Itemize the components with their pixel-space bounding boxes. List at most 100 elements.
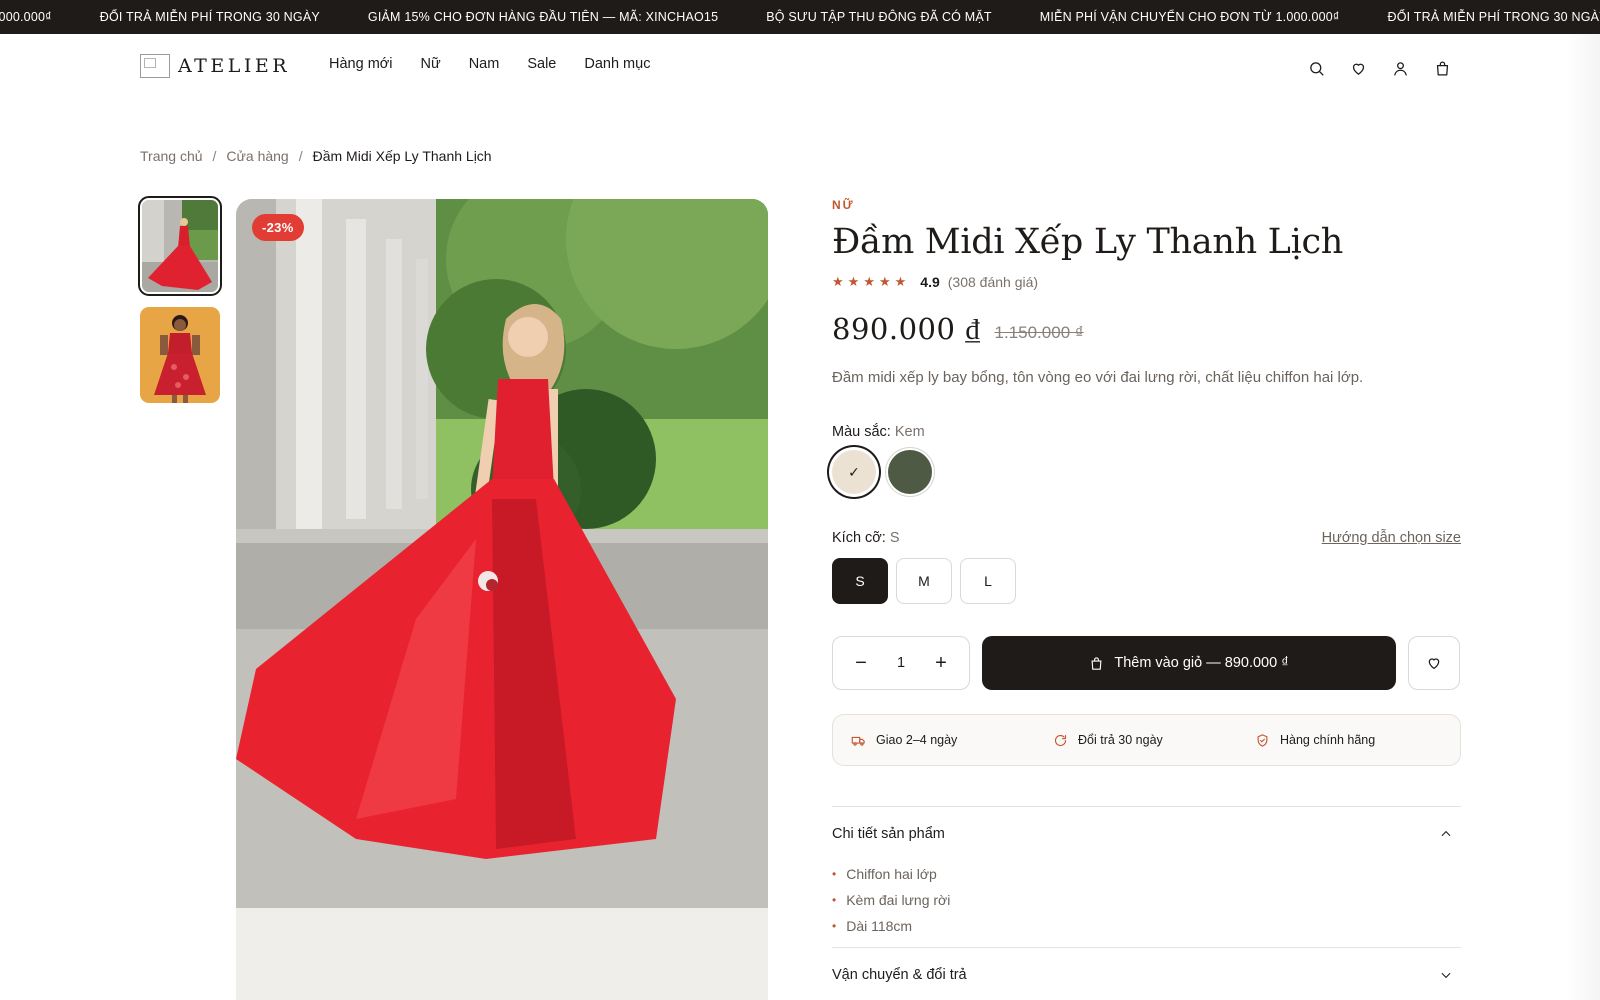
accordion-shipping-header[interactable]: Vận chuyển & đổi trả	[832, 948, 1461, 1000]
size-option-l[interactable]: L	[960, 558, 1016, 604]
discount-badge: -23%	[252, 214, 304, 241]
size-label: Kích cỡ:	[832, 530, 886, 546]
bag-icon[interactable]	[1430, 56, 1454, 80]
rating-stars: ★ ★ ★ ★ ★	[832, 274, 910, 290]
heart-icon[interactable]	[1346, 56, 1370, 80]
product-photo-red-gown	[236, 199, 768, 908]
bullet-icon: •	[832, 893, 837, 907]
announcement-bar: MIỄN PHÍ VẬN CHUYỂN CHO ĐƠN TỪ 1.000.000…	[0, 0, 1600, 34]
logo-image-placeholder	[140, 54, 170, 78]
color-swatch-olive[interactable]	[888, 450, 932, 494]
color-swatches: ✓	[832, 450, 1461, 494]
add-to-cart-label: Thêm vào giỏ — 890.000 ₫	[1114, 655, 1289, 671]
quantity-stepper: − 1 +	[832, 636, 970, 690]
perk-authentic-label: Hàng chính hãng	[1280, 733, 1376, 747]
nav-item-women[interactable]: Nữ	[421, 56, 441, 72]
list-item: • Dài 118cm	[832, 913, 1461, 939]
star-icon: ★	[847, 274, 860, 289]
gallery-thumbnail-1[interactable]	[138, 196, 222, 296]
quantity-decrease-button[interactable]: −	[851, 652, 871, 675]
announcement-item: MIỄN PHÍ VẬN CHUYỂN CHO ĐƠN TỪ 1.000.000…	[0, 10, 52, 24]
announcement-item: ĐỔI TRẢ MIỄN PHÍ TRONG 30 NGÀY	[99, 10, 320, 24]
size-option-m[interactable]: M	[896, 558, 952, 604]
perk-authentic: Hàng chính hãng	[1255, 733, 1375, 748]
perk-returns: Đổi trả 30 ngày	[1053, 733, 1255, 748]
bullet-icon: •	[832, 867, 837, 881]
detail-text: Kèm đai lưng rời	[846, 892, 951, 908]
perks-bar: Giao 2–4 ngày Đổi trả 30 ngày Hàng chính…	[832, 714, 1461, 766]
search-icon[interactable]	[1304, 56, 1328, 80]
color-label-row: Màu sắc: Kem	[832, 424, 1461, 440]
perk-returns-label: Đổi trả 30 ngày	[1078, 733, 1163, 747]
chevron-up-icon	[1441, 830, 1451, 837]
bullet-icon: •	[832, 919, 837, 933]
details-list: • Chiffon hai lớp • Kèm đai lưng rời • Dài …	[832, 861, 1461, 939]
current-price: 890.000 ₫	[832, 312, 981, 346]
star-icon: ★	[863, 274, 875, 289]
list-item: • Kèm đai lưng rời	[832, 887, 1461, 913]
logo-text: ATELIER	[178, 55, 291, 77]
product-title: Đầm Midi Xếp Ly Thanh Lịch	[832, 222, 1344, 262]
wishlist-button[interactable]	[1408, 636, 1460, 690]
purchase-row: − 1 + Thêm vào giỏ — 890.000 ₫	[832, 636, 1461, 690]
perk-delivery: Giao 2–4 ngày	[851, 733, 1053, 748]
nav-item-men[interactable]: Nam	[469, 56, 500, 72]
color-selected: Kem	[894, 424, 925, 440]
logo[interactable]: ATELIER	[140, 54, 290, 78]
truck-icon	[851, 736, 865, 746]
header-icons	[1304, 56, 1472, 80]
announcement-item: ĐỔI TRẢ MIỄN PHÍ TRONG 30 NGÀY	[1387, 10, 1600, 24]
announcement-track: MIỄN PHÍ VẬN CHUYỂN CHO ĐƠN TỪ 1.000.000…	[0, 0, 1600, 34]
accordion-shipping-returns: Vận chuyển & đổi trả	[832, 947, 1461, 1000]
size-guide-link[interactable]: Hướng dẫn chọn size	[1322, 530, 1461, 546]
user-icon[interactable]	[1388, 56, 1412, 80]
list-item: • Chiffon hai lớp	[832, 861, 1461, 887]
breadcrumb-separator: /	[298, 148, 303, 164]
announcement-item: MIỄN PHÍ VẬN CHUYỂN CHO ĐƠN TỪ 1.000.000…	[1039, 10, 1340, 24]
star-icon: ★	[832, 274, 844, 289]
scroll-edge-shade	[1568, 34, 1600, 1000]
detail-text: Chiffon hai lớp	[846, 866, 937, 882]
heart-icon	[1428, 658, 1440, 670]
gallery-thumbnail-2[interactable]	[140, 307, 220, 403]
price-row: 890.000 ₫ 1.150.000 ₫	[832, 312, 1461, 347]
breadcrumb-current: Đầm Midi Xếp Ly Thanh Lịch	[312, 148, 492, 164]
breadcrumb-separator: /	[212, 148, 217, 164]
nav-item-new-arrivals[interactable]: Hàng mới	[329, 56, 393, 72]
size-label-row: Kích cỡ: S Hướng dẫn chọn size	[832, 530, 1461, 546]
rating-row[interactable]: ★ ★ ★ ★ ★ 4.9 (308 đánh giá)	[832, 274, 1461, 290]
size-selected: S	[889, 530, 900, 546]
accordion-product-details: Chi tiết sản phẩm • Chiffon hai lớp • Kèm …	[832, 806, 1461, 939]
rating-count: (308 đánh giá)	[947, 274, 1039, 290]
color-swatch-cream[interactable]: ✓	[832, 450, 876, 494]
product-category[interactable]: NỮ	[832, 198, 1461, 212]
chevron-down-icon	[1441, 972, 1451, 979]
accordion-shipping-title: Vận chuyển & đổi trả	[832, 967, 967, 983]
quantity-value[interactable]: 1	[897, 655, 905, 671]
color-label: Màu sắc:	[832, 424, 891, 440]
accordion-details-header[interactable]: Chi tiết sản phẩm	[832, 807, 1461, 861]
breadcrumb-shop[interactable]: Cửa hàng	[226, 148, 288, 164]
rating-value: 4.9	[920, 274, 940, 290]
breadcrumb: Trang chủ / Cửa hàng / Đầm Midi Xếp Ly T…	[140, 148, 492, 164]
site-header: ATELIER Hàng mới Nữ Nam Sale Danh mục	[0, 34, 1600, 98]
old-price: 1.150.000 ₫	[994, 323, 1084, 342]
star-icon: ★	[878, 274, 891, 289]
star-icon: ★	[894, 274, 907, 289]
announcement-item: GIẢM 15% CHO ĐƠN HÀNG ĐẦU TIÊN — MÃ: XIN…	[367, 10, 719, 24]
main-nav: Hàng mới Nữ Nam Sale Danh mục	[329, 56, 678, 72]
product-description: Đầm midi xếp ly bay bổng, tôn vòng eo vớ…	[832, 369, 1364, 386]
main-product-image[interactable]: -23%	[236, 199, 768, 1000]
breadcrumb-home[interactable]: Trang chủ	[140, 148, 203, 164]
nav-item-categories[interactable]: Danh mục	[584, 56, 650, 72]
accordion-details-title: Chi tiết sản phẩm	[832, 826, 945, 842]
add-to-cart-button[interactable]: Thêm vào giỏ — 890.000 ₫	[982, 636, 1396, 690]
refresh-icon	[1055, 734, 1067, 746]
nav-item-sale[interactable]: Sale	[527, 56, 556, 72]
check-icon: ✓	[848, 463, 860, 480]
detail-text: Dài 118cm	[846, 918, 913, 934]
size-options: S M L	[832, 558, 1461, 604]
thumbnail-photo-floral-dress	[140, 307, 220, 403]
size-option-s[interactable]: S	[832, 558, 888, 604]
quantity-increase-button[interactable]: +	[931, 652, 951, 675]
